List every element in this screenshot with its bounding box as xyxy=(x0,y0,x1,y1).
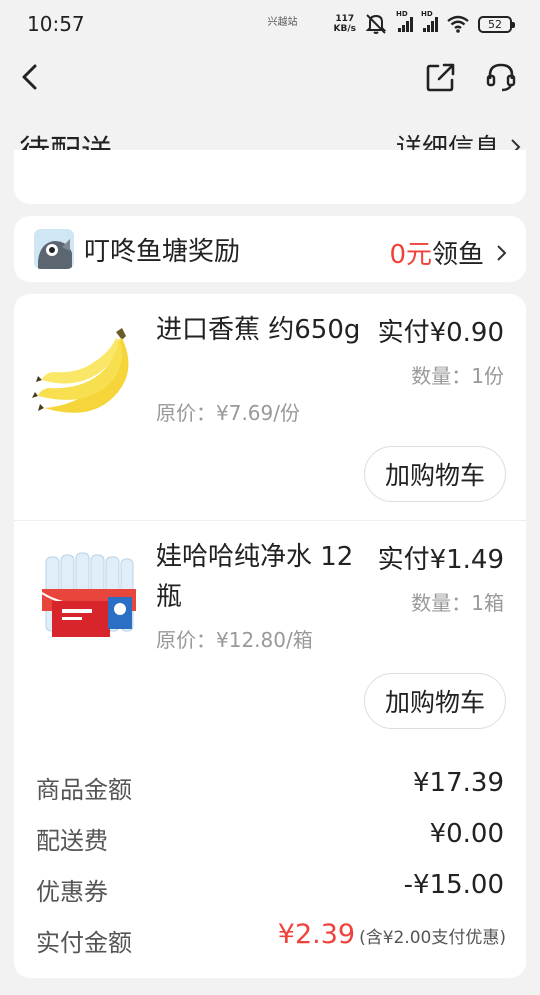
banana-product-image xyxy=(32,328,129,413)
paid-price: 实付¥0.90 xyxy=(377,318,504,348)
reward-title: 叮咚鱼塘奖励 xyxy=(84,236,241,267)
delivery-fee-value: ¥0.00 xyxy=(429,819,504,849)
chevron-right-icon xyxy=(497,244,507,261)
goods-amount-value: ¥17.39 xyxy=(413,768,504,798)
signal-2-icon: HD xyxy=(421,10,438,32)
paid-amount-label: 实付金额 xyxy=(36,929,132,957)
battery-indicator: 52 xyxy=(478,15,515,33)
goods-amount-row: 商品金额 ¥17.39 xyxy=(14,766,526,806)
paid-amount: ¥2.39 (含¥2.00支付优惠) xyxy=(278,919,506,950)
info-card xyxy=(14,150,526,204)
status-bar: 10:57 兴越站 117 KB/s HD HD 52 xyxy=(0,0,540,48)
delivery-fee-label: 配送费 xyxy=(36,827,108,855)
customer-service-icon[interactable] xyxy=(484,60,518,94)
add-to-cart-button[interactable]: 加购物车 xyxy=(364,446,506,502)
signal-1-badge: HD xyxy=(396,10,408,18)
order-item[interactable]: 娃哈哈纯净水 12瓶 原价：¥12.80/箱 实付¥1.49 数量：1箱 加购物… xyxy=(14,520,526,746)
coupon-value: -¥15.00 xyxy=(403,870,504,900)
delivery-fee-row: 配送费 ¥0.00 xyxy=(14,817,526,857)
back-arrow-icon[interactable] xyxy=(16,60,46,94)
coupon-label: 优惠券 xyxy=(36,878,108,906)
status-icons: 兴越站 117 KB/s HD HD 52 xyxy=(267,10,515,38)
water-product-image xyxy=(41,552,136,637)
claim-fish-link[interactable]: 0元 领鱼 xyxy=(389,234,508,271)
product-name: 进口香蕉 约650g xyxy=(156,315,361,345)
signal-1-icon: HD xyxy=(396,10,413,32)
product-name: 娃哈哈纯净水 12瓶 xyxy=(156,542,354,612)
order-card: 进口香蕉 约650g 原价：¥7.69/份 实付¥0.90 数量：1份 加购物车… xyxy=(14,294,526,978)
order-item[interactable]: 进口香蕉 约650g 原价：¥7.69/份 实付¥0.90 数量：1份 加购物车 xyxy=(14,294,526,520)
wifi-icon xyxy=(447,15,469,33)
original-price: 原价：¥12.80/箱 xyxy=(156,628,313,652)
paid-amount-row: 实付金额 ¥2.39 (含¥2.00支付优惠) xyxy=(14,919,526,959)
item-quantity: 数量：1份 xyxy=(411,364,504,388)
paid-amount-value: ¥2.39 xyxy=(277,919,356,950)
paid-price: 实付¥1.49 xyxy=(377,545,504,575)
reward-action: 领鱼 xyxy=(431,240,484,270)
signal-2-badge: HD xyxy=(421,10,433,18)
speed-unit: KB/s xyxy=(333,24,356,34)
original-price: 原价：¥7.69/份 xyxy=(156,401,300,425)
item-quantity: 数量：1箱 xyxy=(411,591,504,615)
status-time: 10:57 xyxy=(27,12,85,36)
reward-amount: 0元 xyxy=(389,240,432,270)
share-icon[interactable] xyxy=(424,60,458,94)
fish-reward-icon xyxy=(34,229,74,269)
add-to-cart-button[interactable]: 加购物车 xyxy=(364,673,506,729)
mute-icon xyxy=(365,14,387,34)
goods-amount-label: 商品金额 xyxy=(36,776,132,804)
coupon-row: 优惠券 -¥15.00 xyxy=(14,868,526,908)
paid-discount-note: (含¥2.00支付优惠) xyxy=(359,928,506,948)
speed-value: 117 xyxy=(335,14,355,24)
navigation-bar xyxy=(0,48,540,108)
carrier-label: 兴越站 xyxy=(267,16,298,28)
reward-card[interactable]: 叮咚鱼塘奖励 0元 领鱼 xyxy=(14,216,526,282)
network-speed: 117 KB/s xyxy=(334,14,356,34)
